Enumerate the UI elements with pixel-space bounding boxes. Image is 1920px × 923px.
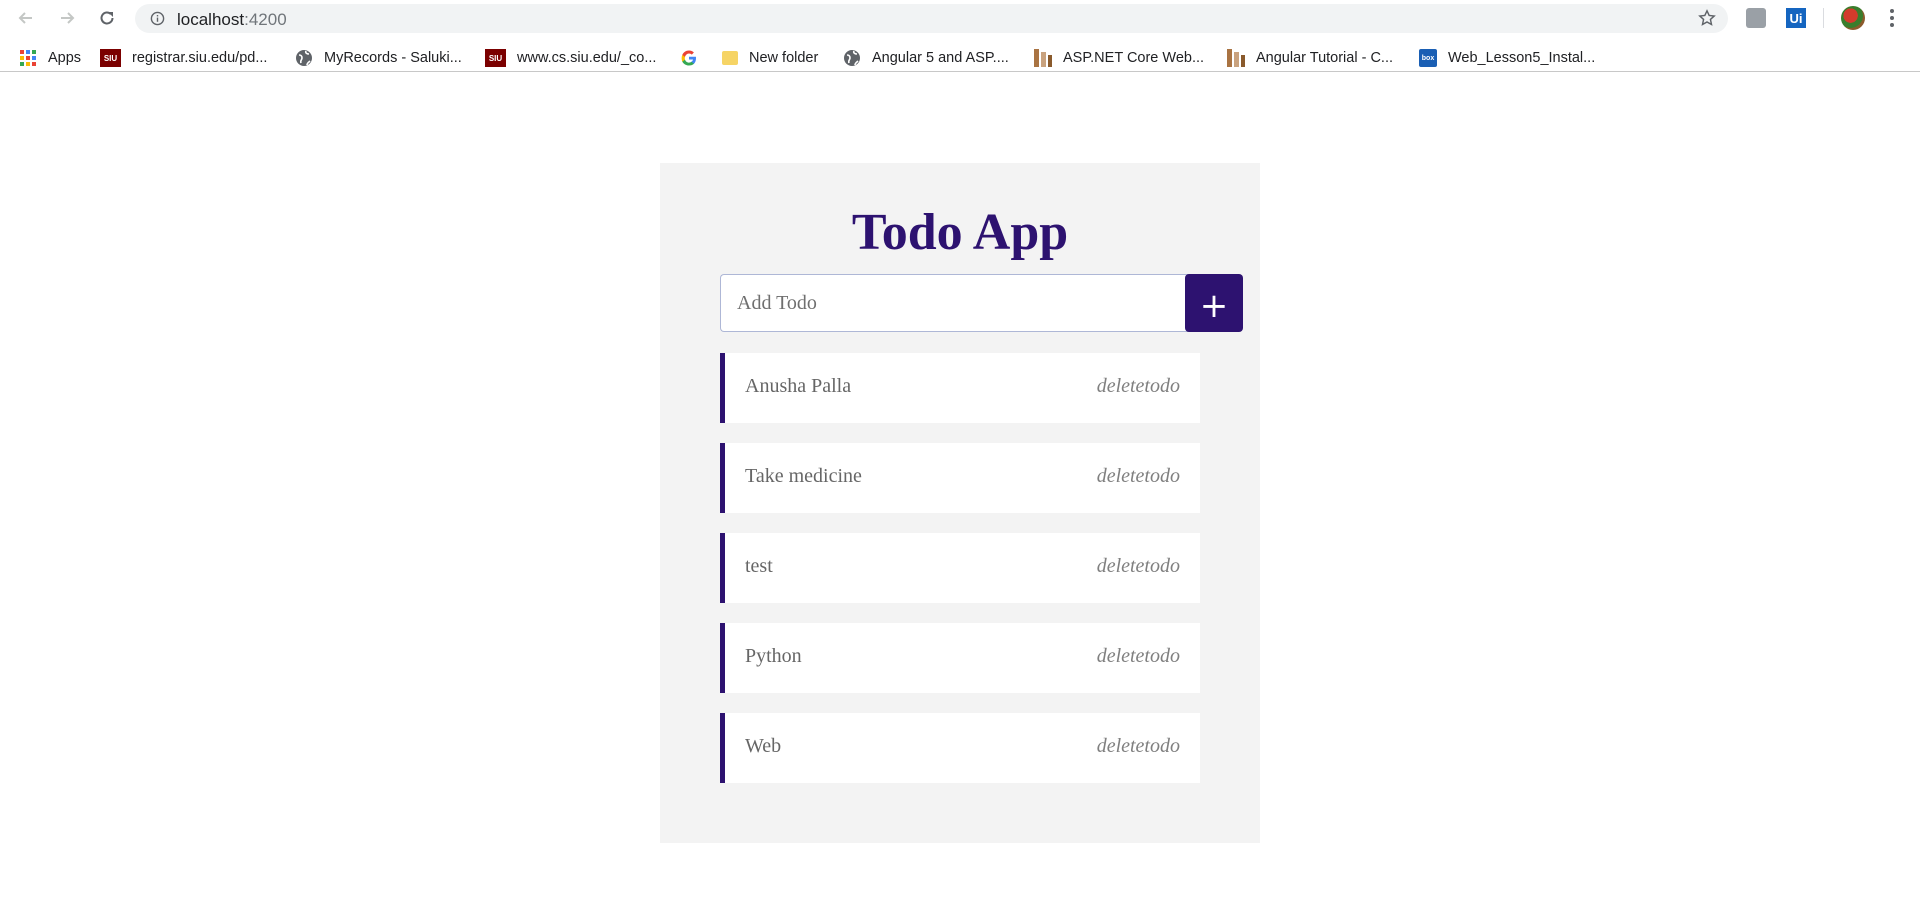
address-bar[interactable]: localhost:4200 xyxy=(135,4,1728,33)
more-menu-icon[interactable] xyxy=(1884,7,1900,29)
bookmark-label: MyRecords - Saluki... xyxy=(324,50,462,66)
todo-item: Anusha Palla deletetodo xyxy=(720,353,1200,423)
bookmark-label: New folder xyxy=(749,50,819,66)
todo-text: test xyxy=(745,555,773,577)
todo-text: Anusha Palla xyxy=(745,375,852,397)
siu-badge-text: SIU xyxy=(488,53,503,63)
todo-app-card: Todo App + Anusha Palla deletetodo Take … xyxy=(660,163,1260,843)
todo-item: Web deletetodo xyxy=(720,713,1200,783)
bookmark-aspnet-core[interactable]: ASP.NET Core Web... xyxy=(1034,48,1204,68)
url-text[interactable]: localhost:4200 xyxy=(177,10,287,30)
todo-text: Web xyxy=(745,735,782,757)
browser-toolbar: localhost:4200 Ui xyxy=(0,0,1920,37)
bookmark-label: www.cs.siu.edu/_co... xyxy=(517,50,657,66)
bookmark-web-lesson[interactable]: box Web_Lesson5_Instal... xyxy=(1419,48,1595,68)
bookmark-label: Angular Tutorial - C... xyxy=(1256,50,1393,66)
box-badge-text: box xyxy=(1421,54,1435,62)
ui-extension-label: Ui xyxy=(1789,10,1803,26)
info-icon[interactable] xyxy=(150,11,165,26)
globe-icon xyxy=(843,49,861,67)
bookmark-cs-siu[interactable]: SIU www.cs.siu.edu/_co... xyxy=(485,48,656,68)
bookmark-apps[interactable]: Apps xyxy=(19,48,81,68)
reload-button[interactable] xyxy=(95,6,119,30)
box-icon: box xyxy=(1419,49,1437,67)
apps-grid-icon xyxy=(19,49,37,67)
globe-icon xyxy=(295,49,313,67)
delete-todo-link[interactable]: deletetodo xyxy=(1097,555,1180,578)
delete-todo-link[interactable]: deletetodo xyxy=(1097,735,1180,758)
delete-todo-link[interactable]: deletetodo xyxy=(1097,375,1180,398)
bookmark-new-folder[interactable]: New folder xyxy=(722,48,818,68)
url-host: localhost xyxy=(177,10,245,29)
reload-icon xyxy=(100,11,114,25)
forward-button[interactable] xyxy=(55,6,79,30)
delete-todo-link[interactable]: deletetodo xyxy=(1097,645,1180,668)
toolbar-divider xyxy=(1823,8,1824,28)
bookmarks-bar: Apps SIU registrar.siu.edu/pd... MyRecor… xyxy=(0,42,1920,72)
star-icon[interactable] xyxy=(1698,9,1716,27)
folder-icon xyxy=(722,51,738,65)
add-todo-button[interactable]: + xyxy=(1185,274,1243,332)
todo-text: Python xyxy=(745,645,802,667)
bookmark-angular-tutorial[interactable]: Angular Tutorial - C... xyxy=(1227,48,1393,68)
siu-badge-text: SIU xyxy=(103,53,118,63)
bookmark-myrecords[interactable]: MyRecords - Saluki... xyxy=(295,48,462,68)
todo-item: Take medicine deletetodo xyxy=(720,443,1200,513)
avatar[interactable] xyxy=(1841,6,1865,30)
bookmark-label: Apps xyxy=(48,50,82,66)
siu-icon: SIU xyxy=(100,49,121,67)
todo-text: Take medicine xyxy=(745,465,862,487)
google-icon xyxy=(680,49,698,67)
url-port: :4200 xyxy=(244,10,287,29)
bookmark-registrar[interactable]: SIU registrar.siu.edu/pd... xyxy=(100,48,267,68)
bookmark-google[interactable] xyxy=(680,48,709,68)
bookmark-label: ASP.NET Core Web... xyxy=(1063,50,1205,66)
todo-item: Python deletetodo xyxy=(720,623,1200,693)
arrow-left-icon xyxy=(18,12,32,24)
app-title: Todo App xyxy=(851,204,1069,261)
back-button[interactable] xyxy=(14,6,38,30)
bookmark-site-icon xyxy=(1227,49,1245,67)
arrow-right-icon xyxy=(61,12,75,24)
bookmark-label: registrar.siu.edu/pd... xyxy=(132,50,268,66)
siu-icon: SIU xyxy=(485,49,506,67)
profile-extension-icon[interactable] xyxy=(1746,8,1766,28)
delete-todo-link[interactable]: deletetodo xyxy=(1097,465,1180,488)
bookmark-label: Web_Lesson5_Instal... xyxy=(1448,50,1596,66)
add-todo-input[interactable] xyxy=(720,274,1190,332)
plus-icon: + xyxy=(1199,286,1229,326)
ui-extension-icon[interactable]: Ui xyxy=(1786,8,1806,28)
bookmark-angular-asp[interactable]: Angular 5 and ASP.... xyxy=(843,48,1009,68)
bookmark-site-icon xyxy=(1034,49,1052,67)
bookmark-label: Angular 5 and ASP.... xyxy=(872,50,1009,66)
todo-item: test deletetodo xyxy=(720,533,1200,603)
